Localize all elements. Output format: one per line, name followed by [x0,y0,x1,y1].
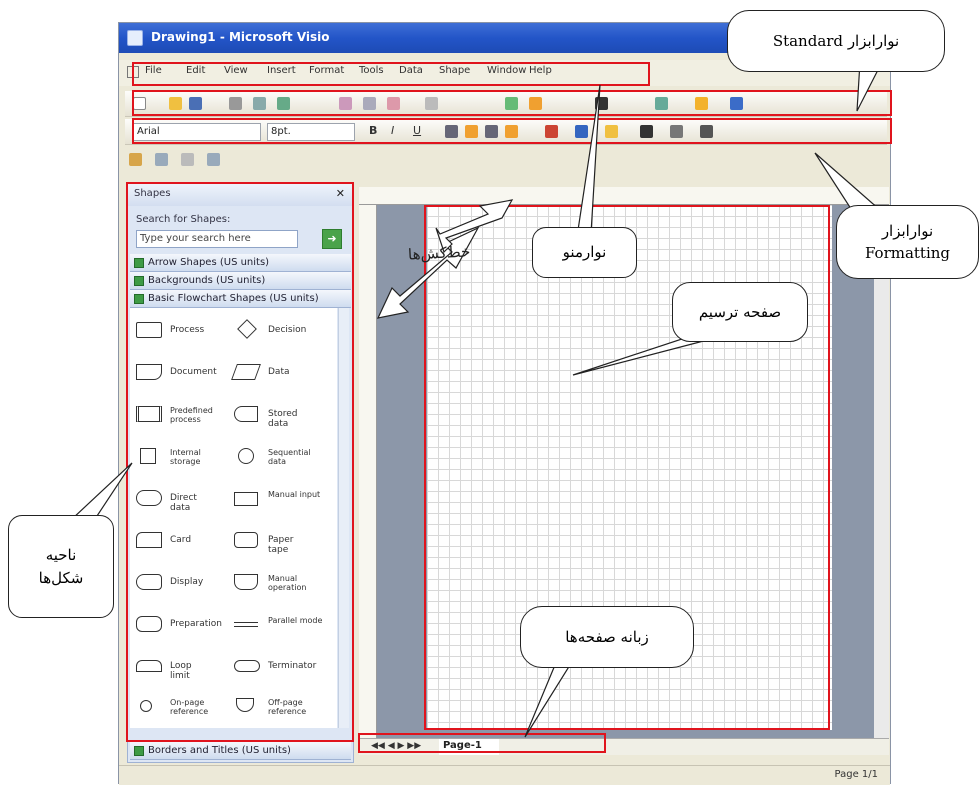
callout-formatting-toolbar: نوارابزار Formatting [836,205,979,279]
callout-page-tabs: زبانه صفحه‌ها [520,606,694,668]
callout-shapes-area: ناحیه شکل‌ها [8,515,114,618]
callout-pointers [70,61,883,738]
callout-drawing-page: صفحه ترسیم [672,282,808,342]
callout-standard-toolbar: نوارابزار Standard [727,10,945,72]
callout-menubar: نوارمنو [532,227,637,278]
callout-rulers: خط‌کش‌ها [407,242,471,264]
